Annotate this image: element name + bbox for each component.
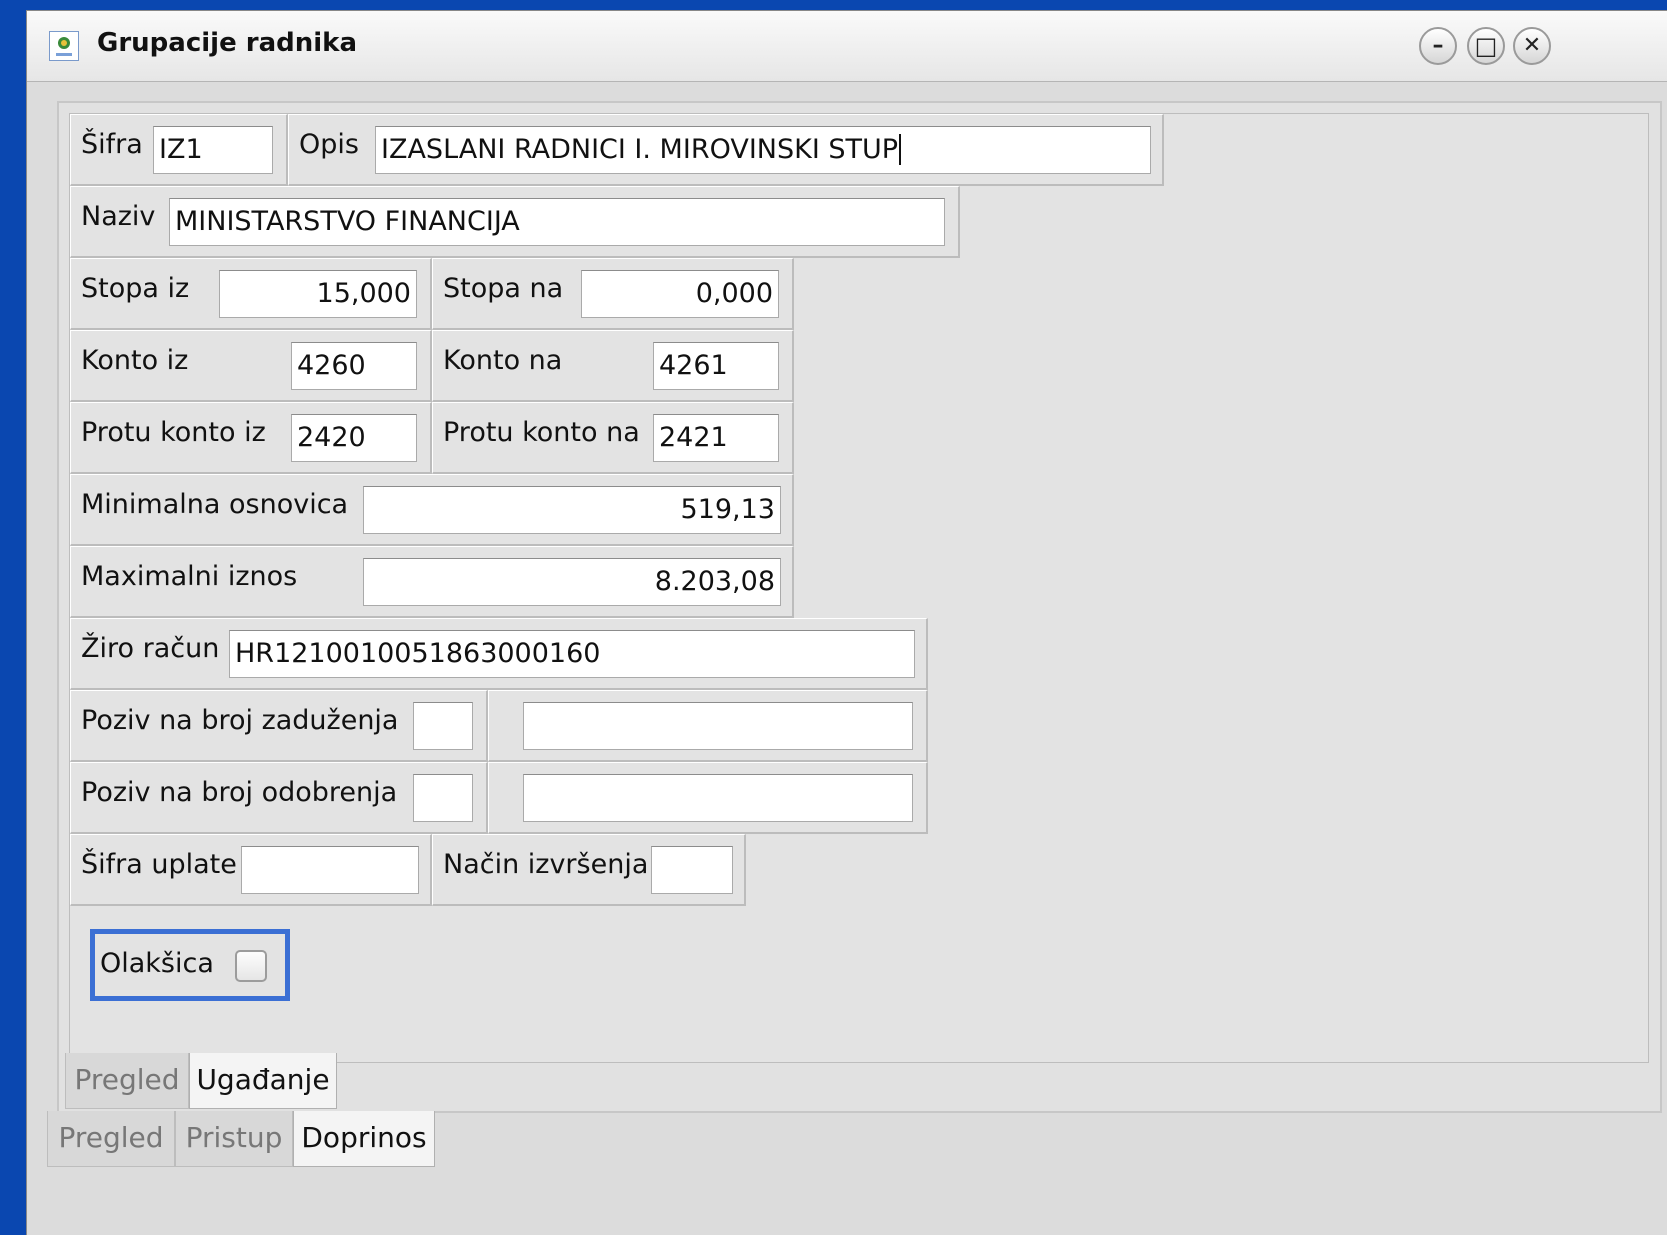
protu-konto-iz-input[interactable]: 2420 xyxy=(291,414,417,462)
minimalna-osnovica-group: Minimalna osnovica 519,13 xyxy=(70,474,794,546)
poziv-zaduzenja-number-group xyxy=(488,690,928,762)
stopa-iz-group: Stopa iz 15,000 xyxy=(70,258,432,330)
title-bar[interactable]: Grupacije radnika – □ ✕ xyxy=(27,11,1667,82)
form-panel: Šifra IZ1 Opis IZASLANI RADNICI I. MIROV… xyxy=(69,113,1649,1063)
stopa-na-input[interactable]: 0,000 xyxy=(581,270,779,318)
sifra-input[interactable]: IZ1 xyxy=(153,126,273,174)
protu-konto-na-input[interactable]: 2421 xyxy=(653,414,779,462)
maksimalni-iznos-input[interactable]: 8.203,08 xyxy=(363,558,781,606)
inner-tab-ugadjanje[interactable]: Ugađanje xyxy=(189,1053,337,1109)
minimalna-osnovica-label: Minimalna osnovica xyxy=(81,489,349,520)
poziv-odobrenja-input[interactable] xyxy=(523,774,913,822)
olaksica-checkbox[interactable] xyxy=(235,950,267,982)
olaksica-checkbox-group[interactable]: Olakšica xyxy=(90,929,290,1001)
close-icon[interactable]: ✕ xyxy=(1513,27,1551,65)
stopa-iz-label: Stopa iz xyxy=(81,273,190,304)
opis-input[interactable]: IZASLANI RADNICI I. MIROVINSKI STUP xyxy=(375,126,1151,174)
opis-group: Opis IZASLANI RADNICI I. MIROVINSKI STUP xyxy=(288,114,1164,186)
sifra-uplate-label: Šifra uplate xyxy=(81,849,237,880)
poziv-odobrenja-model-input[interactable] xyxy=(413,774,473,822)
poziv-zaduzenja-label: Poziv na broj zaduženja xyxy=(81,705,399,736)
nacin-izvrsenja-input[interactable] xyxy=(651,846,733,894)
naziv-group: Naziv MINISTARSTVO FINANCIJA xyxy=(70,186,960,258)
poziv-odobrenja-group: Poziv na broj odobrenja xyxy=(70,762,488,834)
outer-tab-doprinos[interactable]: Doprinos xyxy=(293,1111,435,1167)
sifra-group: Šifra IZ1 xyxy=(70,114,288,186)
konto-iz-label: Konto iz xyxy=(81,345,189,376)
stopa-na-label: Stopa na xyxy=(443,273,564,304)
protu-konto-na-group: Protu konto na 2421 xyxy=(432,402,794,474)
maksimalni-iznos-label: Maximalni iznos xyxy=(81,561,298,592)
outer-tab-pristup[interactable]: Pristup xyxy=(175,1111,293,1167)
maximize-icon[interactable]: □ xyxy=(1467,27,1505,65)
inner-tab-pregled[interactable]: Pregled xyxy=(65,1053,189,1109)
stopa-na-group: Stopa na 0,000 xyxy=(432,258,794,330)
olaksica-label: Olakšica xyxy=(100,948,214,979)
sifra-label: Šifra xyxy=(81,129,143,160)
minimalna-osnovica-input[interactable]: 519,13 xyxy=(363,486,781,534)
protu-konto-na-label: Protu konto na xyxy=(443,417,640,448)
grupacije-radnika-window: Grupacije radnika – □ ✕ Šifra IZ1 Opis I… xyxy=(26,10,1667,1235)
sifra-uplate-input[interactable] xyxy=(241,846,419,894)
poziv-zaduzenja-input[interactable] xyxy=(523,702,913,750)
konto-iz-input[interactable]: 4260 xyxy=(291,342,417,390)
konto-na-input[interactable]: 4261 xyxy=(653,342,779,390)
naziv-input[interactable]: MINISTARSTVO FINANCIJA xyxy=(169,198,945,246)
konto-iz-group: Konto iz 4260 xyxy=(70,330,432,402)
maksimalni-iznos-group: Maximalni iznos 8.203,08 xyxy=(70,546,794,618)
app-icon xyxy=(49,31,79,61)
protu-konto-iz-group: Protu konto iz 2420 xyxy=(70,402,432,474)
poziv-odobrenja-number-group xyxy=(488,762,928,834)
nacin-izvrsenja-group: Način izvršenja xyxy=(432,834,746,906)
ugadjanje-tab-panel: Šifra IZ1 Opis IZASLANI RADNICI I. MIROV… xyxy=(57,101,1662,1113)
konto-na-label: Konto na xyxy=(443,345,563,376)
nacin-izvrsenja-label: Način izvršenja xyxy=(443,849,649,880)
window-title: Grupacije radnika xyxy=(97,28,357,58)
sifra-uplate-group: Šifra uplate xyxy=(70,834,432,906)
stopa-iz-input[interactable]: 15,000 xyxy=(219,270,417,318)
poziv-odobrenja-label: Poziv na broj odobrenja xyxy=(81,777,398,808)
ziro-racun-group: Žiro račun HR1210010051863000160 xyxy=(70,618,928,690)
ziro-racun-label: Žiro račun xyxy=(81,633,220,664)
poziv-zaduzenja-model-input[interactable] xyxy=(413,702,473,750)
opis-label: Opis xyxy=(299,129,359,160)
minimize-icon[interactable]: – xyxy=(1419,27,1457,65)
konto-na-group: Konto na 4261 xyxy=(432,330,794,402)
outer-tab-pregled[interactable]: Pregled xyxy=(47,1111,175,1167)
ziro-racun-input[interactable]: HR1210010051863000160 xyxy=(229,630,915,678)
protu-konto-iz-label: Protu konto iz xyxy=(81,417,266,448)
poziv-zaduzenja-group: Poziv na broj zaduženja xyxy=(70,690,488,762)
naziv-label: Naziv xyxy=(81,201,156,232)
